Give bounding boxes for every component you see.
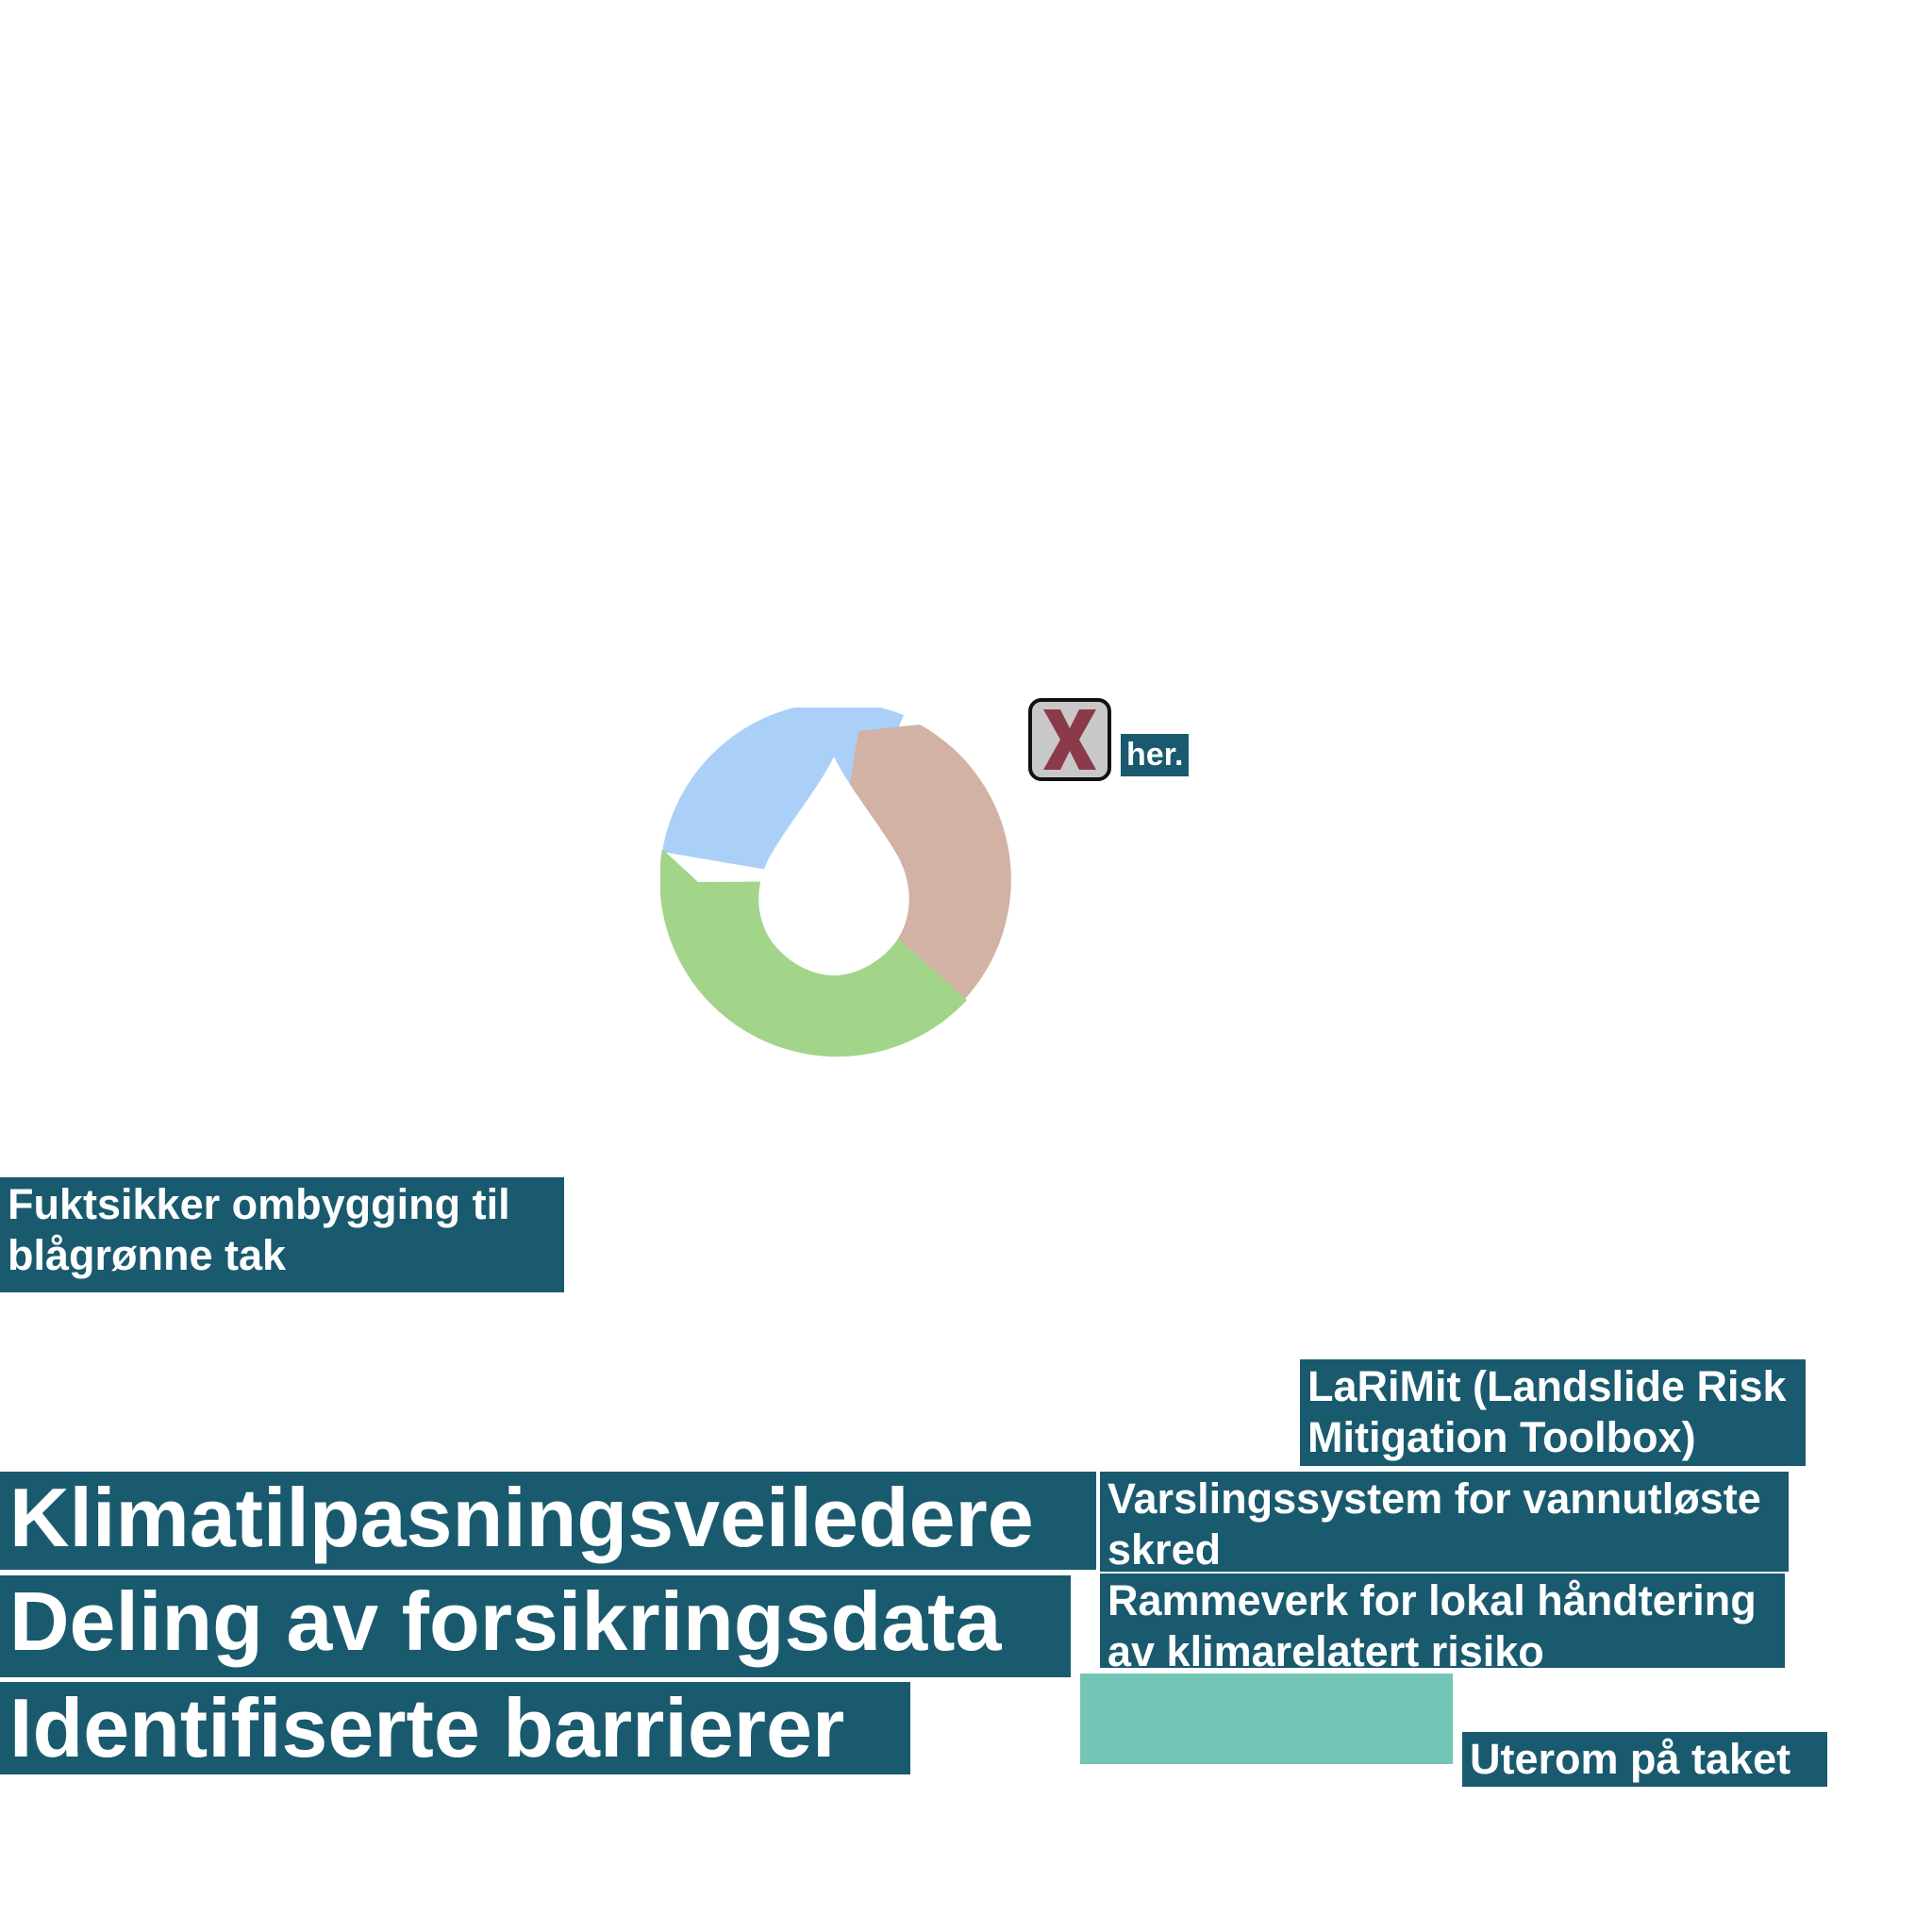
her-link[interactable]: her. — [1121, 734, 1190, 776]
tag-larimit-line-1: LaRiMit (Landslide Risk — [1307, 1362, 1787, 1410]
tag-fuktsikker-line-1: Fuktsikker ombygging til — [8, 1180, 510, 1228]
tag-larimit[interactable]: LaRiMit (Landslide Risk Mitigation Toolb… — [1300, 1359, 1806, 1466]
color-swatch — [1080, 1674, 1453, 1764]
tag-larimit-line-2: Mitigation Toolbox) — [1307, 1413, 1696, 1461]
tag-uterom[interactable]: Uterom på taket — [1462, 1732, 1827, 1787]
tag-varslingssystem[interactable]: Varslingssystem for vannutløste skred — [1100, 1472, 1789, 1574]
tag-rammeverk-line-2: av klimarelatert risiko — [1108, 1627, 1544, 1675]
tag-rammeverk-line-1: Rammeverk for lokal håndtering — [1108, 1576, 1757, 1624]
tag-varslingssystem-line-2: skred — [1108, 1525, 1222, 1574]
tag-varslingssystem-line-1: Varslingssystem for vannutløste — [1108, 1474, 1761, 1523]
heading-identifiserte-barrierer[interactable]: Identifiserte barrierer — [0, 1681, 910, 1774]
tag-fuktsikker-line-2: blågrønne tak — [8, 1231, 287, 1279]
tag-fuktsikker[interactable]: Fuktsikker ombygging til blågrønne tak — [0, 1177, 564, 1292]
canvas: her. Fuktsikker ombygging til blågrønne … — [0, 0, 1932, 1932]
heading-deling-av-forsikringsdata[interactable]: Deling av forsikringsdata — [0, 1574, 1071, 1677]
close-button[interactable] — [1028, 698, 1111, 781]
water-drop-ring-icon — [660, 708, 1011, 1058]
tag-rammeverk[interactable]: Rammeverk for lokal håndtering av klimar… — [1100, 1574, 1785, 1675]
close-icon — [1043, 709, 1096, 770]
heading-klimatilpasningsveiledere[interactable]: Klimatilpasningsveiledere — [0, 1471, 1096, 1570]
